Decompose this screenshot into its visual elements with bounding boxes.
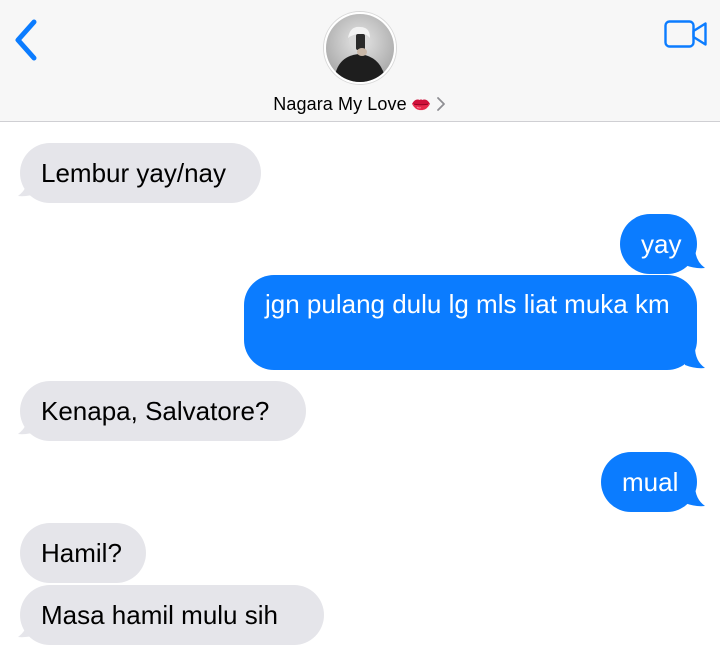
chevron-right-icon bbox=[436, 97, 445, 111]
video-camera-icon bbox=[664, 20, 707, 48]
message-text: Masa hamil mulu sih bbox=[41, 600, 278, 630]
message-text: Hamil? bbox=[41, 538, 122, 568]
message-bubble-incoming[interactable]: Masa hamil mulu sih bbox=[20, 585, 324, 645]
message-thread[interactable]: Lembur yay/nay yay jgn pulang dulu lg ml… bbox=[0, 123, 720, 651]
contact-avatar[interactable] bbox=[324, 12, 396, 84]
message-text: Lembur yay/nay bbox=[41, 158, 226, 188]
chevron-left-icon bbox=[15, 19, 37, 61]
message-bubble-outgoing[interactable]: yay bbox=[620, 214, 697, 274]
kiss-mark-icon bbox=[411, 99, 430, 111]
video-call-button[interactable] bbox=[664, 20, 708, 48]
message-bubble-incoming[interactable]: Kenapa, Salvatore? bbox=[20, 381, 306, 441]
message-text: mual bbox=[622, 467, 679, 497]
message-text: jgn pulang dulu lg mls liat muka km bbox=[265, 289, 670, 319]
message-text: Kenapa, Salvatore? bbox=[41, 396, 270, 426]
message-bubble-incoming[interactable]: Lembur yay/nay bbox=[20, 143, 261, 203]
conversation-header: Nagara My Love bbox=[0, 0, 720, 122]
avatar-photo bbox=[326, 14, 394, 82]
back-button[interactable] bbox=[6, 14, 46, 64]
contact-name-row[interactable]: Nagara My Love bbox=[0, 90, 720, 118]
contact-name: Nagara My Love bbox=[273, 93, 407, 114]
message-bubble-outgoing[interactable]: jgn pulang dulu lg mls liat muka km bbox=[244, 275, 697, 370]
message-text: yay bbox=[641, 229, 682, 259]
message-bubble-outgoing[interactable]: mual bbox=[601, 452, 697, 512]
message-bubble-incoming[interactable]: Hamil? bbox=[20, 523, 146, 583]
